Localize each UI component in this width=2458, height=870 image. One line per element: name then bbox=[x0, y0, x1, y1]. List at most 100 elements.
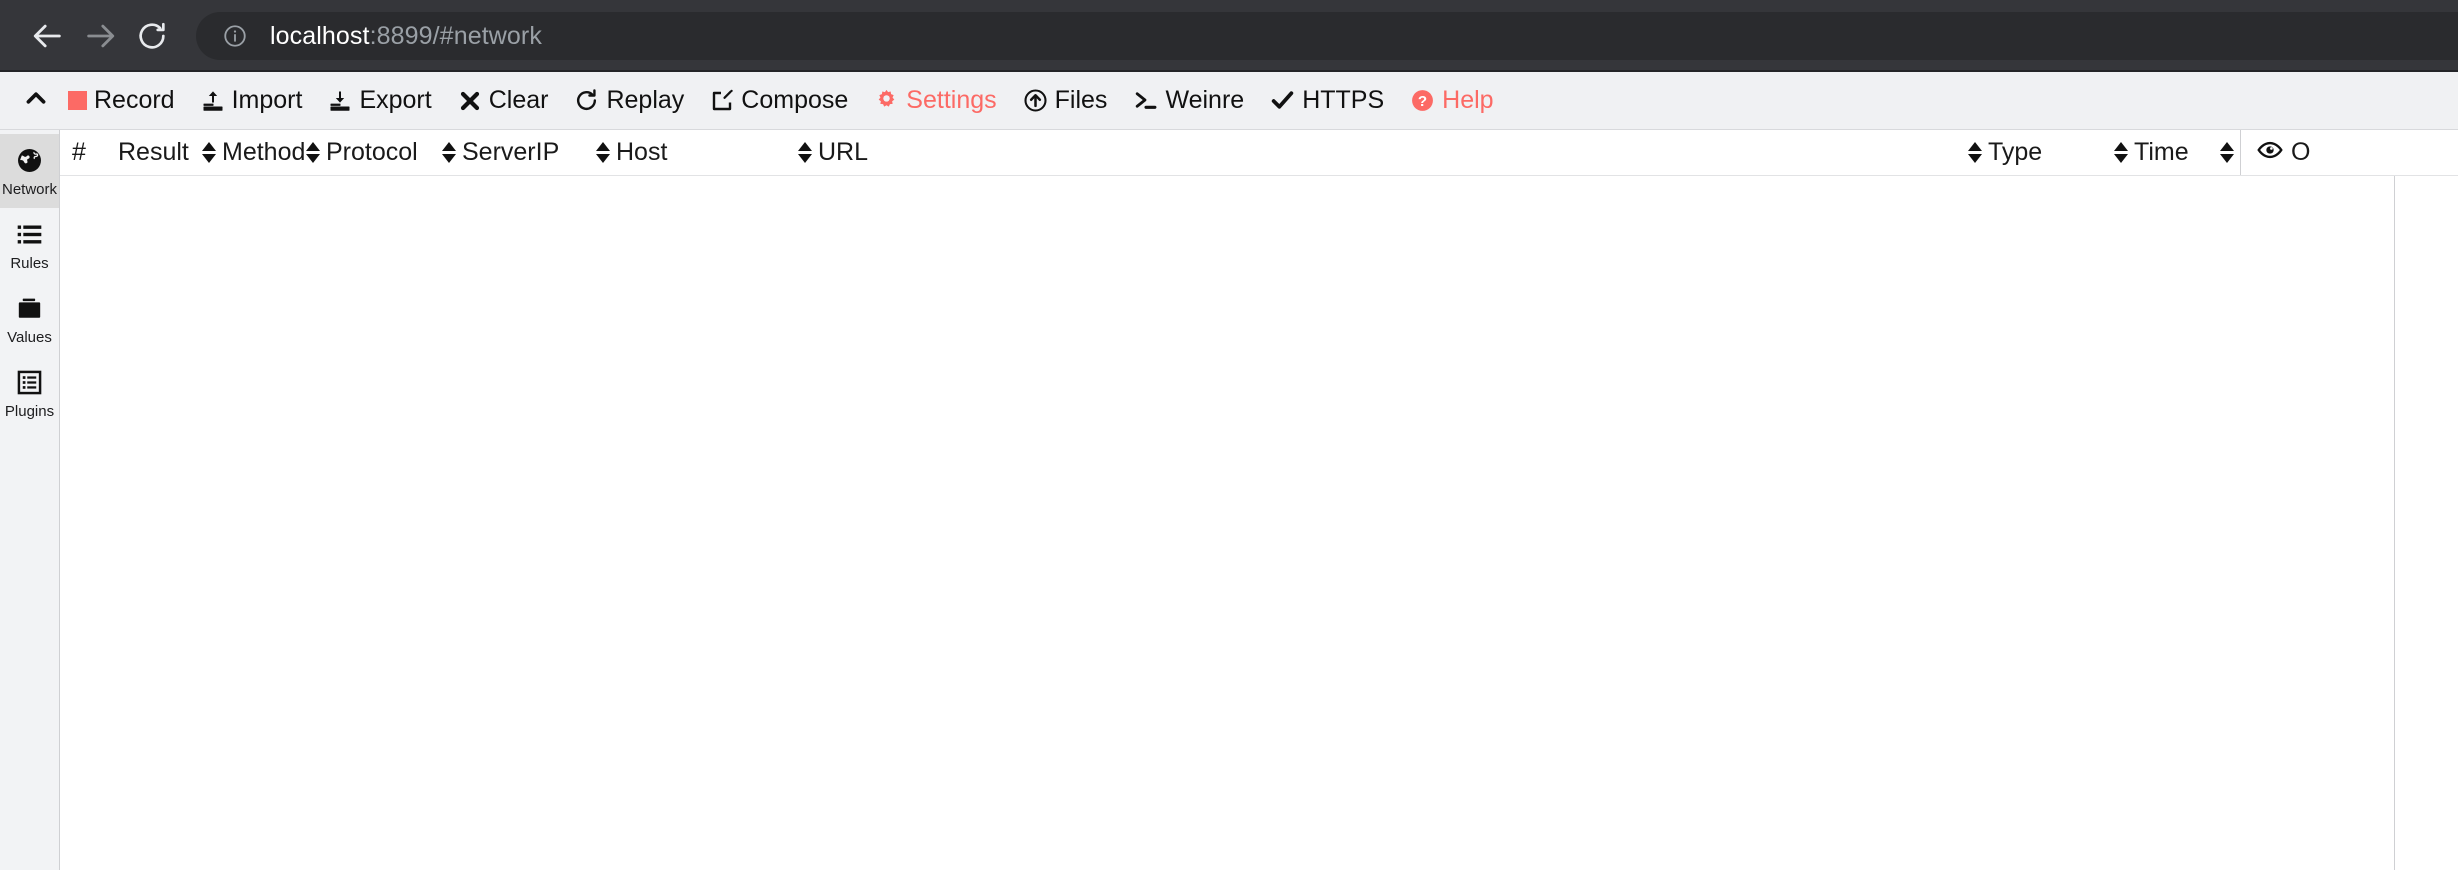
caret-up-icon bbox=[2220, 142, 2234, 151]
address-bar[interactable]: localhost:8899/#network bbox=[196, 12, 2458, 60]
folder-icon bbox=[16, 294, 43, 324]
toolbar-label-compose: Compose bbox=[741, 86, 849, 114]
toolbar-label-record: Record bbox=[94, 86, 175, 114]
caret-down-icon bbox=[596, 154, 610, 163]
column-label-serverip: ServerIP bbox=[462, 138, 560, 166]
overview-tab-header[interactable]: O bbox=[2240, 130, 2458, 175]
network-panel: # Result Method Protocol ServerIP Host U… bbox=[60, 130, 2458, 870]
eye-icon bbox=[2257, 137, 2283, 168]
network-rows-container[interactable] bbox=[60, 176, 2394, 870]
refresh-icon bbox=[574, 88, 599, 113]
column-header-protocol[interactable]: Protocol bbox=[326, 130, 436, 175]
caret-down-icon bbox=[798, 154, 812, 163]
caret-up-icon bbox=[202, 142, 216, 151]
toolbar-button-clear[interactable]: Clear bbox=[448, 79, 559, 123]
toolbar-label-export: Export bbox=[359, 86, 432, 114]
terminal-icon bbox=[1133, 88, 1158, 113]
column-sorter-type[interactable] bbox=[2108, 130, 2134, 175]
back-button[interactable] bbox=[22, 10, 74, 62]
column-sorter-protocol[interactable] bbox=[436, 130, 462, 175]
column-sorter-result[interactable] bbox=[196, 130, 222, 175]
reload-icon bbox=[136, 20, 168, 52]
column-label-method: Method bbox=[222, 138, 306, 166]
info-circle-icon[interactable] bbox=[222, 23, 248, 49]
main-area: Network Rules Values Plugins # Result Me… bbox=[0, 130, 2458, 870]
network-table-body[interactable] bbox=[60, 176, 2458, 870]
column-header-result[interactable]: Result bbox=[118, 130, 196, 175]
column-label-protocol: Protocol bbox=[326, 138, 418, 166]
toolbar-button-https[interactable]: HTTPS bbox=[1260, 79, 1394, 123]
toolbar-button-weinre[interactable]: Weinre bbox=[1123, 79, 1254, 123]
column-header-url[interactable]: URL bbox=[818, 130, 1962, 175]
toolbar-button-files[interactable]: Files bbox=[1013, 79, 1118, 123]
help-circle-icon: ? bbox=[1410, 88, 1435, 113]
caret-down-icon bbox=[306, 154, 320, 163]
upload-circle-icon bbox=[1023, 88, 1048, 113]
column-label-url: URL bbox=[818, 138, 869, 166]
toolbar-button-settings[interactable]: Settings bbox=[864, 79, 1006, 123]
toolbar-label-clear: Clear bbox=[488, 86, 549, 114]
caret-up-icon bbox=[2114, 142, 2128, 151]
address-bar-text: localhost:8899/#network bbox=[270, 22, 542, 51]
overview-panel-body[interactable] bbox=[2394, 176, 2458, 870]
toolbar-label-weinre-files: Files bbox=[1054, 86, 1108, 114]
import-icon bbox=[201, 89, 225, 113]
sidebar-label-rules: Rules bbox=[10, 254, 49, 272]
sidebar-item-network[interactable]: Network bbox=[0, 134, 59, 208]
column-header-time[interactable]: Time bbox=[2134, 130, 2214, 175]
caret-down-icon bbox=[202, 154, 216, 163]
sidebar-item-rules[interactable]: Rules bbox=[0, 208, 59, 282]
network-table-header: # Result Method Protocol ServerIP Host U… bbox=[60, 130, 2458, 176]
close-x-icon bbox=[458, 89, 482, 113]
toolbar-button-replay[interactable]: Replay bbox=[564, 79, 694, 123]
plugins-icon bbox=[16, 368, 43, 398]
sidebar-item-values[interactable]: Values bbox=[0, 282, 59, 356]
toolbar-label-import: Import bbox=[231, 86, 303, 114]
column-header-serverip[interactable]: ServerIP bbox=[462, 130, 590, 175]
sidebar-label-plugins: Plugins bbox=[4, 402, 55, 420]
list-icon bbox=[16, 220, 43, 250]
column-header-method[interactable]: Method bbox=[222, 130, 305, 175]
toolbar-button-export[interactable]: Export bbox=[318, 79, 441, 123]
toolbar-button-compose[interactable]: Compose bbox=[700, 79, 858, 123]
gear-icon bbox=[874, 88, 899, 113]
sidebar-label-network: Network bbox=[1, 180, 57, 198]
toolbar-button-help[interactable]: ? Help bbox=[1400, 79, 1503, 123]
toolbar-button-record[interactable]: Record bbox=[58, 79, 185, 123]
arrow-right-icon bbox=[83, 19, 117, 53]
check-icon bbox=[1270, 88, 1295, 113]
url-path: :8899/#network bbox=[369, 21, 542, 50]
toolbar-label-replay: Replay bbox=[606, 86, 685, 114]
column-label-index: # bbox=[72, 138, 86, 166]
record-square-icon bbox=[68, 91, 87, 110]
collapse-toolbar-button[interactable] bbox=[14, 79, 58, 123]
column-sorter-url[interactable] bbox=[1962, 130, 1988, 175]
browser-chrome: localhost:8899/#network bbox=[0, 0, 2458, 72]
column-sorter-host[interactable] bbox=[792, 130, 818, 175]
toolbar-button-import[interactable]: Import bbox=[191, 79, 313, 123]
toolbar-label-weinre: Weinre bbox=[1165, 86, 1245, 114]
sidebar-item-plugins[interactable]: Plugins bbox=[0, 356, 59, 430]
reload-button[interactable] bbox=[126, 10, 178, 62]
compose-icon bbox=[710, 89, 734, 113]
column-label-result: Result bbox=[118, 138, 189, 166]
column-sorter-time[interactable] bbox=[2214, 130, 2240, 175]
toolbar-label-settings: Settings bbox=[906, 86, 997, 114]
caret-down-icon bbox=[2114, 154, 2128, 163]
column-header-index[interactable]: # bbox=[60, 130, 118, 175]
column-sorter-serverip[interactable] bbox=[590, 130, 616, 175]
forward-button[interactable] bbox=[74, 10, 126, 62]
caret-down-icon bbox=[1968, 154, 1982, 163]
column-header-host[interactable]: Host bbox=[616, 130, 792, 175]
export-icon bbox=[328, 89, 352, 113]
app-toolbar: Record Import Export Clear Replay Compos… bbox=[0, 72, 2458, 130]
toolbar-label-help: Help bbox=[1442, 86, 1494, 114]
column-sorter-method[interactable] bbox=[300, 130, 326, 175]
svg-text:?: ? bbox=[1418, 93, 1427, 110]
caret-down-icon bbox=[442, 154, 456, 163]
overview-tab-label: O bbox=[2291, 138, 2311, 166]
arrow-left-icon bbox=[31, 19, 65, 53]
column-header-type[interactable]: Type bbox=[1988, 130, 2108, 175]
caret-down-icon bbox=[2220, 154, 2234, 163]
sidebar: Network Rules Values Plugins bbox=[0, 130, 60, 870]
